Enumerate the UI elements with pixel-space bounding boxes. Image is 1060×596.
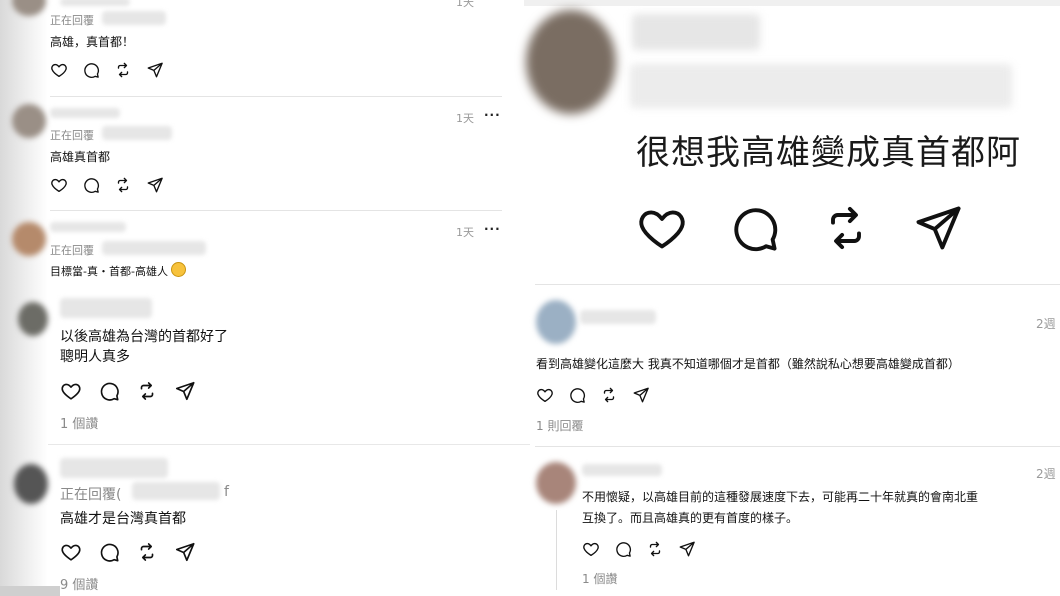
- comment-text: 高雄才是台灣真首都: [60, 511, 186, 527]
- timestamp: 1天: [456, 226, 474, 239]
- username-blurred: [60, 298, 152, 318]
- share-icon[interactable]: [174, 380, 196, 402]
- comment-line-2: 互換了。而且高雄真的更有首度的樣子。: [582, 511, 799, 525]
- action-bar: [60, 380, 196, 402]
- comment-text: 高雄，真首都！: [50, 35, 135, 49]
- reply-target-blurred: [630, 64, 1012, 108]
- username-blurred: [50, 108, 120, 118]
- likes-count[interactable]: 1 個讚: [60, 413, 98, 432]
- timestamp: 1天: [456, 112, 474, 125]
- share-icon[interactable]: [146, 176, 164, 194]
- avatar[interactable]: [18, 302, 48, 336]
- comment-icon[interactable]: [82, 176, 100, 194]
- divider: [535, 284, 1060, 285]
- comment-icon[interactable]: [728, 202, 780, 254]
- reply-prefix: 正在回覆(: [60, 487, 122, 503]
- share-icon[interactable]: [146, 61, 164, 79]
- share-icon[interactable]: [912, 202, 964, 254]
- avatar[interactable]: [526, 10, 616, 114]
- comment-line-1: 以後高雄為台灣的首都好了: [60, 329, 228, 345]
- reply-prefix: 正在回覆: [50, 244, 94, 257]
- timestamp: 2週: [1036, 317, 1056, 331]
- right-panel-top-shade: [524, 0, 1060, 6]
- username-blurred: [632, 14, 760, 50]
- repost-icon[interactable]: [820, 202, 872, 254]
- heart-icon[interactable]: [636, 202, 688, 254]
- repost-icon[interactable]: [136, 541, 158, 563]
- divider: [535, 446, 1060, 447]
- bottom-left-shade: [0, 586, 60, 596]
- action-bar: [50, 61, 164, 79]
- reply-target-blurred: [102, 11, 166, 25]
- action-bar-large: [636, 202, 964, 254]
- repost-icon[interactable]: [114, 176, 132, 194]
- reply-prefix: 正在回覆: [50, 129, 94, 142]
- repost-icon[interactable]: [646, 540, 664, 558]
- comment-icon[interactable]: [82, 61, 100, 79]
- avatar[interactable]: [536, 462, 576, 504]
- comment-icon[interactable]: [568, 386, 586, 404]
- likes-count[interactable]: 9 個讚: [60, 574, 98, 593]
- comment-text-content: 目標當-真・首都-高雄人: [50, 265, 168, 278]
- heart-icon[interactable]: [60, 380, 82, 402]
- post-text: 很想我高雄變成真首都阿: [636, 133, 1021, 173]
- thread-line: [556, 510, 557, 590]
- avatar[interactable]: [12, 222, 46, 256]
- reply-count[interactable]: 1 則回覆: [536, 417, 583, 434]
- reply-target-blurred: [102, 241, 206, 255]
- username-blurred: [580, 310, 656, 324]
- avatar[interactable]: [14, 464, 48, 504]
- divider: [50, 210, 502, 211]
- likes-count[interactable]: 1 個讚: [582, 570, 617, 587]
- action-bar: [536, 386, 650, 404]
- more-options-button[interactable]: ···: [484, 108, 501, 122]
- reply-target-blurred: [132, 482, 220, 500]
- share-icon[interactable]: [632, 386, 650, 404]
- more-options-button[interactable]: ···: [484, 0, 501, 6]
- reply-suffix: f: [224, 484, 229, 500]
- timestamp: 2週: [1036, 467, 1056, 481]
- action-bar: [60, 541, 196, 563]
- repost-icon[interactable]: [136, 380, 158, 402]
- comment-text: 目標當-真・首都-高雄人: [50, 262, 187, 279]
- comment-text: 看到高雄變化這麼大 我真不知道哪個才是首都（雖然說私心想要高雄變成首都）: [536, 357, 960, 371]
- action-bar: [582, 540, 696, 558]
- comment-text: 高雄真首都: [50, 150, 111, 164]
- divider: [48, 444, 530, 445]
- heart-icon[interactable]: [50, 176, 68, 194]
- username-blurred: [60, 0, 130, 6]
- share-icon[interactable]: [678, 540, 696, 558]
- avatar[interactable]: [12, 104, 46, 138]
- divider: [50, 96, 502, 97]
- action-bar: [50, 176, 164, 194]
- heart-icon[interactable]: [60, 541, 82, 563]
- timestamp: 1天: [456, 0, 474, 9]
- reply-prefix: 正在回覆: [50, 14, 94, 27]
- username-blurred: [582, 464, 662, 476]
- share-icon[interactable]: [174, 541, 196, 563]
- heart-icon[interactable]: [50, 61, 68, 79]
- username-blurred: [60, 458, 168, 478]
- comment-icon[interactable]: [98, 380, 120, 402]
- emoji-face-icon: [171, 262, 187, 277]
- avatar[interactable]: [536, 300, 576, 344]
- comment-icon[interactable]: [614, 540, 632, 558]
- heart-icon[interactable]: [582, 540, 600, 558]
- comment-icon[interactable]: [98, 541, 120, 563]
- reply-target-blurred: [102, 126, 172, 140]
- more-options-button[interactable]: ···: [484, 222, 501, 236]
- comment-line-1: 不用懷疑，以高雄目前的這種發展速度下去，可能再二十年就真的會南北重: [582, 490, 979, 504]
- heart-icon[interactable]: [536, 386, 554, 404]
- username-blurred: [50, 222, 126, 232]
- repost-icon[interactable]: [600, 386, 618, 404]
- comment-line-2: 聰明人真多: [60, 349, 130, 365]
- repost-icon[interactable]: [114, 61, 132, 79]
- left-edge-shadow: [0, 0, 48, 596]
